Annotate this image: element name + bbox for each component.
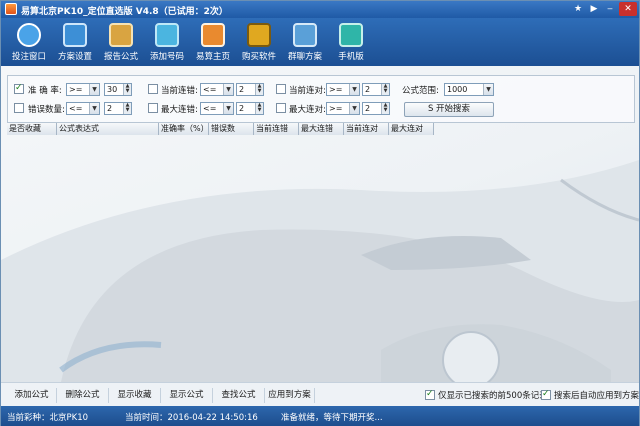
spin-arrows-icon: ▲ ▼ — [255, 84, 263, 95]
cloud-icon — [17, 23, 41, 47]
current-right-value-stepper[interactable]: 2 ▲ ▼ — [362, 83, 390, 96]
phone-icon — [339, 23, 363, 47]
current-wrong-label: 当前连错: — [161, 86, 198, 96]
close-button[interactable]: ✕ — [619, 2, 637, 16]
toolbar-group-plan[interactable]: 群聊方案 — [281, 21, 329, 65]
chevron-down-icon: ▼ — [89, 84, 99, 95]
column-header-max-right[interactable]: 最大连对 — [389, 123, 434, 135]
spin-arrows-icon: ▲ ▼ — [123, 84, 131, 95]
formula-range-select[interactable]: 1000 ▼ — [444, 83, 494, 96]
only-top-500-toggle[interactable]: 仅显示已搜索的前500条记录 — [425, 389, 548, 401]
main-toolbar: 投注窗口 方案设置 报告公式 添加号码 易算主页 购买软件 群聊方案 手机版 — [1, 18, 639, 66]
chevron-down-icon: ▼ — [223, 84, 233, 95]
column-header-expression[interactable]: 公式表达式 — [57, 123, 159, 135]
monitor-icon — [63, 23, 87, 47]
current-right-checkbox[interactable] — [276, 84, 286, 94]
max-right-operator-select[interactable]: >= ▼ — [326, 102, 360, 115]
accuracy-operator-select[interactable]: >= ▼ — [66, 83, 100, 96]
error-count-label: 错误数量: — [28, 105, 65, 115]
apply-to-plan-button[interactable]: 应用到方案 — [265, 388, 315, 403]
show-formula-button[interactable]: 显示公式 — [161, 388, 213, 403]
toolbar-report-formula[interactable]: 报告公式 — [97, 21, 145, 65]
chevron-down-icon: ▼ — [223, 103, 233, 114]
error-count-value-stepper[interactable]: 2 ▲ ▼ — [104, 102, 132, 115]
accuracy-value-stepper[interactable]: 30 ▲ ▼ — [104, 83, 132, 96]
status-time: 当前时间：2016-04-22 14:50:16 — [125, 413, 258, 423]
status-bar: 当前彩种：北京PK10 当前时间：2016-04-22 14:50:16 准备就… — [1, 406, 639, 426]
spin-arrows-icon: ▲ ▼ — [123, 103, 131, 114]
toolbar-bet-window[interactable]: 投注窗口 — [5, 21, 53, 65]
toolbar-mobile[interactable]: 手机版 — [327, 21, 375, 65]
filter-panel: 准 确 率: >=▼ 30▲▼ 错误数量: <=▼ 2▲▼ 当前连错: <=▼ … — [7, 75, 635, 123]
accuracy-label: 准 确 率: — [28, 86, 62, 96]
auto-apply-checkbox[interactable] — [541, 389, 551, 400]
action-bar: 添加公式 删除公式 显示收藏 显示公式 查找公式 应用到方案 仅显示已搜索的前5… — [1, 382, 639, 406]
play-icon[interactable]: ▶ — [587, 2, 601, 16]
column-header-max-wrong[interactable]: 最大连错 — [299, 123, 344, 135]
formula-range-label: 公式范围: — [402, 86, 439, 96]
star-icon[interactable]: ★ — [571, 2, 585, 16]
column-header-current-right[interactable]: 当前连对 — [344, 123, 389, 135]
current-right-operator-select[interactable]: >= ▼ — [326, 83, 360, 96]
chevron-down-icon: ▼ — [349, 103, 359, 114]
spin-arrows-icon: ▲ ▼ — [381, 84, 389, 95]
find-formula-button[interactable]: 查找公式 — [213, 388, 265, 403]
key-icon — [247, 23, 271, 47]
column-header-current-wrong[interactable]: 当前连错 — [254, 123, 299, 135]
max-wrong-checkbox[interactable] — [148, 103, 158, 113]
app-logo-icon — [5, 3, 17, 15]
max-right-checkbox[interactable] — [276, 103, 286, 113]
toolbar-homepage[interactable]: 易算主页 — [189, 21, 237, 65]
chevron-down-icon: ▼ — [349, 84, 359, 95]
document-gear-icon — [109, 23, 133, 47]
column-header-accuracy[interactable]: 准确率（%） — [159, 123, 209, 135]
home-icon — [201, 23, 225, 47]
max-right-value-stepper[interactable]: 2 ▲ ▼ — [362, 102, 390, 115]
chevron-down-icon: ▼ — [483, 84, 493, 95]
chevron-down-icon: ▼ — [89, 103, 99, 114]
current-wrong-checkbox[interactable] — [148, 84, 158, 94]
folder-icon — [155, 23, 179, 47]
toolbar-plan-settings[interactable]: 方案设置 — [51, 21, 99, 65]
column-header-favorite[interactable]: 是否收藏 — [7, 123, 57, 135]
current-wrong-value-stepper[interactable]: 2 ▲ ▼ — [236, 83, 264, 96]
max-wrong-label: 最大连错: — [161, 105, 198, 115]
window-title: 易算北京PK10_定位直选版 V4.8（已试用：2次） — [21, 7, 228, 17]
current-wrong-operator-select[interactable]: <= ▼ — [200, 83, 234, 96]
auto-apply-toggle[interactable]: 搜索后自动应用到方案 — [541, 389, 639, 401]
column-header-errors[interactable]: 错误数 — [209, 123, 254, 135]
spin-arrows-icon: ▲ ▼ — [255, 103, 263, 114]
results-grid-header: 是否收藏 公式表达式 准确率（%） 错误数 当前连错 最大连错 当前连对 最大连… — [7, 123, 434, 135]
error-count-checkbox[interactable] — [14, 103, 24, 113]
app-window: 易算北京PK10_定位直选版 V4.8（已试用：2次） ★ ▶ ‒ ✕ 投注窗口… — [0, 0, 640, 426]
car-background-image — [1, 160, 639, 382]
start-search-button[interactable]: S 开始搜索 — [404, 102, 494, 117]
delete-formula-button[interactable]: 删除公式 — [57, 388, 109, 403]
status-state: 准备就绪，等待下期开奖... — [281, 413, 383, 423]
only-top-500-checkbox[interactable] — [425, 389, 435, 400]
spin-arrows-icon: ▲ ▼ — [381, 103, 389, 114]
error-count-operator-select[interactable]: <= ▼ — [66, 102, 100, 115]
window-controls: ★ ▶ ‒ ✕ — [571, 2, 637, 16]
toolbar-buy-software[interactable]: 购买软件 — [235, 21, 283, 65]
max-right-label: 最大连对: — [289, 105, 326, 115]
current-right-label: 当前连对: — [289, 86, 326, 96]
accuracy-checkbox[interactable] — [14, 83, 24, 94]
add-formula-button[interactable]: 添加公式 — [7, 388, 57, 403]
max-wrong-operator-select[interactable]: <= ▼ — [200, 102, 234, 115]
max-wrong-value-stepper[interactable]: 2 ▲ ▼ — [236, 102, 264, 115]
group-icon — [293, 23, 317, 47]
main-content: 准 确 率: >=▼ 30▲▼ 错误数量: <=▼ 2▲▼ 当前连错: <=▼ … — [1, 66, 639, 382]
toolbar-add-numbers[interactable]: 添加号码 — [143, 21, 191, 65]
show-favorites-button[interactable]: 显示收藏 — [109, 388, 161, 403]
title-bar: 易算北京PK10_定位直选版 V4.8（已试用：2次） ★ ▶ ‒ ✕ — [1, 1, 639, 18]
status-lottery: 当前彩种：北京PK10 — [7, 413, 89, 423]
minimize-button[interactable]: ‒ — [603, 2, 617, 16]
